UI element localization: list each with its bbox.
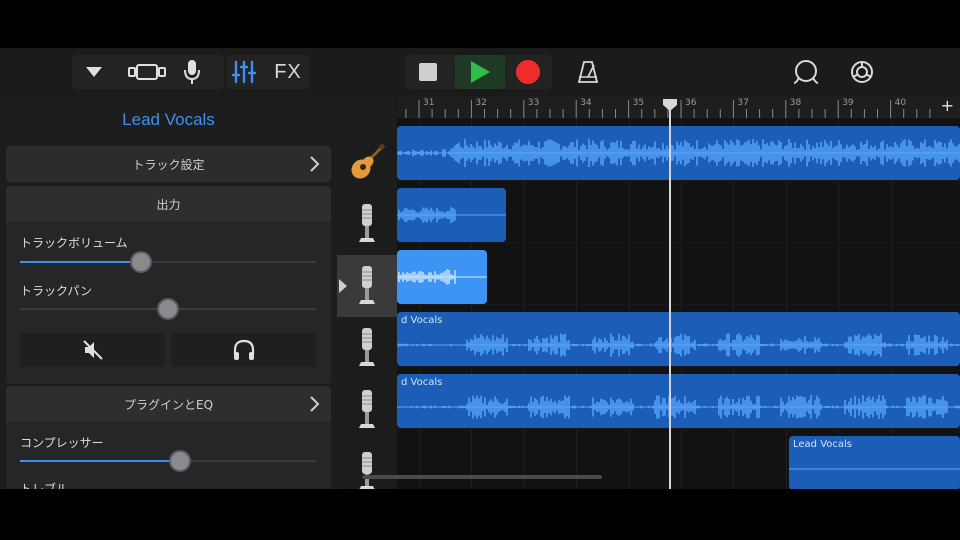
- track-settings-label: トラック設定: [132, 157, 205, 172]
- stop-button[interactable]: [408, 55, 448, 89]
- plugins-eq-button[interactable]: プラグインとEQ: [6, 386, 331, 422]
- audio-region[interactable]: d Vocals: [397, 374, 960, 428]
- audio-region[interactable]: Lead Vocals: [789, 436, 960, 489]
- chevron-right-icon: [310, 156, 320, 172]
- track-view-button[interactable]: [127, 55, 167, 89]
- track-controls-panel: Lead Vocals トラック設定 出力 トラックボリューム トラックパン プ…: [0, 96, 337, 489]
- toolbar: FX: [0, 48, 960, 96]
- track-header-vocal-5[interactable]: [337, 441, 397, 489]
- bar-number: 37: [737, 98, 749, 108]
- track-volume-slider[interactable]: [20, 261, 316, 263]
- speaker-mute-icon: [82, 340, 103, 360]
- fx-button[interactable]: FX: [268, 55, 308, 89]
- region-name: d Vocals: [401, 377, 443, 388]
- region-name: d Vocals: [401, 315, 443, 326]
- track-pan-label: トラックパン: [20, 284, 93, 298]
- region-name: Lead Vocals: [793, 439, 852, 450]
- audio-region[interactable]: [397, 126, 960, 180]
- plugins-eq-section: プラグインとEQ コンプレッサー トレブル: [6, 386, 331, 489]
- bar-number: 40: [894, 98, 907, 108]
- record-button[interactable]: [508, 55, 548, 89]
- mute-button[interactable]: [20, 333, 165, 367]
- metronome-icon: [577, 61, 599, 83]
- play-button[interactable]: [455, 55, 505, 89]
- output-section: 出力 トラックボリューム トラックパン: [6, 186, 331, 384]
- bar-number: 39: [842, 98, 854, 108]
- mixer-button[interactable]: [224, 55, 264, 89]
- settings-button[interactable]: [842, 55, 882, 89]
- bar-number: 34: [580, 98, 592, 108]
- microphone-icon: [184, 60, 200, 84]
- lane-separator: [397, 304, 960, 305]
- audio-region[interactable]: d Vocals: [397, 312, 960, 366]
- waveform: [397, 269, 487, 285]
- settings-icon: [851, 61, 873, 83]
- track-view-icon: [128, 64, 166, 80]
- track-header-vocal-2[interactable]: [337, 255, 397, 317]
- lane-separator: [397, 366, 960, 367]
- fx-label: FX: [274, 60, 302, 83]
- metronome-button[interactable]: [568, 55, 608, 89]
- compressor-fill: [20, 460, 180, 462]
- plugins-eq-label: プラグインとEQ: [123, 397, 214, 412]
- compressor-label: コンプレッサー: [20, 436, 104, 450]
- microphone-icon: [359, 204, 375, 242]
- lane-separator: [397, 242, 960, 243]
- track-pan-knob[interactable]: [157, 298, 179, 320]
- track-header-vocal-1[interactable]: [337, 193, 397, 255]
- output-header: 出力: [6, 186, 331, 222]
- add-section-button[interactable]: +: [941, 96, 954, 115]
- stop-icon: [419, 63, 437, 81]
- panel-title: Lead Vocals: [122, 110, 215, 129]
- track-volume-knob[interactable]: [130, 251, 153, 273]
- track-header-vocal-3[interactable]: [337, 317, 397, 379]
- audio-region[interactable]: [397, 188, 506, 242]
- loop-browser-button[interactable]: [786, 55, 826, 89]
- track-header-vocal-4[interactable]: [337, 379, 397, 441]
- bar-number: 32: [475, 98, 487, 108]
- waveform: [397, 333, 960, 357]
- acoustic-guitar-icon: [351, 143, 386, 179]
- bar-number: 31: [423, 98, 435, 108]
- record-icon: [516, 60, 540, 84]
- play-icon: [471, 61, 490, 83]
- track-volume-label: トラックボリューム: [20, 236, 128, 250]
- track-header-guitar[interactable]: [337, 131, 397, 193]
- track-headers: [337, 96, 397, 489]
- microphone-icon: [359, 452, 375, 489]
- timeline-ruler[interactable]: + 31 32 33 34 35 36 37 38 39 40: [397, 96, 960, 118]
- playhead[interactable]: [669, 106, 671, 489]
- microphone-button[interactable]: [172, 55, 212, 89]
- track-volume-fill: [20, 261, 142, 263]
- bar-number: 35: [632, 98, 645, 108]
- bar-number: 38: [789, 98, 802, 108]
- waveform: [397, 207, 506, 223]
- microphone-icon: [359, 390, 375, 428]
- lane-separator: [397, 428, 960, 429]
- loop-icon: [793, 60, 819, 84]
- tracks-timeline[interactable]: + 31 32 33 34 35 36 37 38 39 40 d Vocals d Vocals L…: [397, 96, 960, 489]
- chevron-right-icon: [310, 396, 320, 412]
- mixer-icon: [232, 60, 256, 84]
- browser-dropdown-button[interactable]: [74, 55, 114, 89]
- bar-number: 36: [685, 98, 697, 108]
- treble-label: トレブル: [20, 482, 69, 489]
- microphone-icon: [359, 328, 375, 366]
- track-settings-button[interactable]: トラック設定: [6, 146, 331, 182]
- waveform: [397, 139, 960, 167]
- microphone-icon: [359, 266, 375, 304]
- waveform: [397, 395, 960, 419]
- compressor-knob[interactable]: [168, 450, 191, 472]
- lane-separator: [397, 180, 960, 181]
- solo-button[interactable]: [171, 333, 316, 367]
- horizontal-scrollbar[interactable]: [362, 475, 602, 479]
- triangle-down-icon: [86, 67, 102, 77]
- selected-track-arrow: [339, 279, 347, 293]
- bar-number: 33: [527, 98, 540, 108]
- headphones-icon: [233, 339, 254, 360]
- mute-solo-row: [20, 333, 316, 367]
- garageband-screen: FX Lead Vocals トラック設定 出力 トラックボリューム トラックパ…: [0, 48, 960, 489]
- audio-region[interactable]: [397, 250, 487, 304]
